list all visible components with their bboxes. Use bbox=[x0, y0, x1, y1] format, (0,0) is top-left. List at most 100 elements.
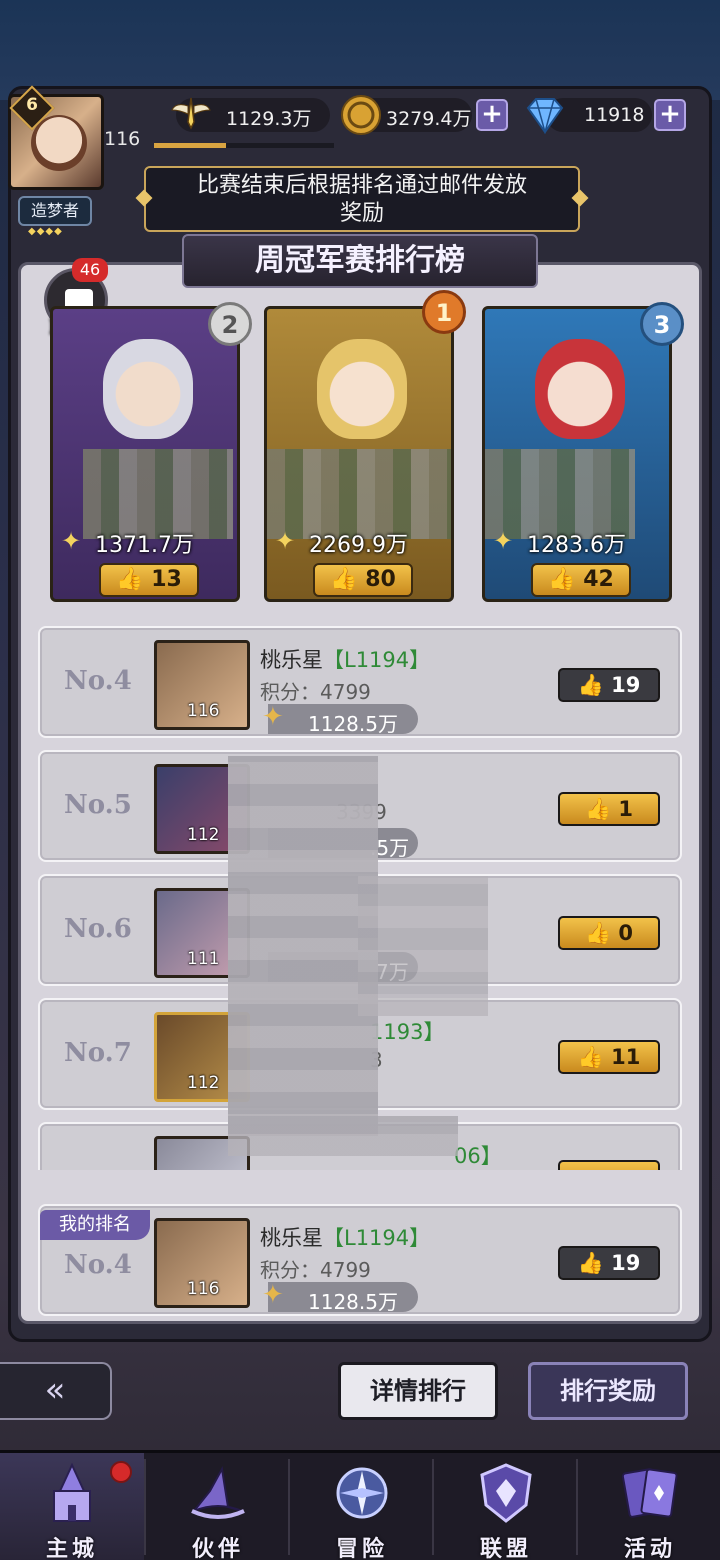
podium-3-likes: 42 bbox=[583, 567, 614, 592]
my-rank-number: No.4 bbox=[64, 1250, 132, 1280]
back-button[interactable]: « bbox=[0, 1362, 112, 1420]
podium-3-character bbox=[535, 339, 625, 439]
reward-notice: 比赛结束后根据排名通过邮件发放 奖励 bbox=[144, 166, 580, 232]
podium-1-like-button[interactable]: 👍 80 bbox=[313, 563, 413, 597]
nav-label: 活动 bbox=[623, 1537, 676, 1560]
podium-1-character bbox=[317, 339, 407, 439]
detail-ranking-button[interactable]: 详情排行 bbox=[338, 1362, 498, 1420]
power-icon: ✦ bbox=[275, 527, 296, 555]
my-power: 1128.5万 bbox=[308, 1290, 398, 1314]
podium-2-likes: 13 bbox=[151, 567, 182, 592]
player-power: 1128.5万 bbox=[308, 712, 398, 736]
gold-coin-icon bbox=[341, 95, 381, 135]
notification-dot bbox=[110, 1461, 132, 1483]
player-title: 造梦者 bbox=[18, 196, 92, 226]
podium-rank-1[interactable]: ✦ 2269.9万 👍 80 bbox=[264, 306, 454, 602]
bronze-medal-icon: 3 bbox=[640, 302, 684, 346]
avatar-face bbox=[31, 115, 87, 171]
gold-medal-icon: 1 bbox=[422, 290, 466, 334]
notice-line-2: 奖励 bbox=[339, 201, 384, 226]
add-gold-button[interactable]: + bbox=[476, 99, 508, 131]
my-like-button[interactable]: 👍 19 bbox=[558, 1246, 660, 1280]
player-server-level: 1193】 bbox=[370, 1020, 445, 1044]
podium-1-power: 2269.9万 bbox=[309, 533, 408, 558]
nav-alliance[interactable]: 联盟 bbox=[434, 1453, 578, 1560]
ranking-reward-button[interactable]: 排行奖励 bbox=[528, 1362, 688, 1420]
xp-fill bbox=[154, 143, 226, 148]
nav-main-city[interactable]: 主城 bbox=[0, 1453, 144, 1560]
shield-icon bbox=[480, 1463, 532, 1523]
avatar-level: 112 bbox=[187, 1073, 220, 1093]
my-score: 积分：4799 bbox=[260, 1258, 371, 1282]
my-avatar[interactable]: 116 bbox=[154, 1218, 250, 1308]
xp-bar bbox=[154, 143, 334, 148]
podium-rank-2[interactable]: ✦ 1371.7万 👍 13 bbox=[50, 306, 240, 602]
player-name: 桃乐星【L1194】 bbox=[260, 648, 431, 672]
leaderboard-title: 周冠军赛排行榜 bbox=[182, 234, 538, 288]
power-wings-icon bbox=[171, 97, 211, 130]
ranking-row-4[interactable]: No.4 116 桃乐星【L1194】 积分：4799 ✦ 1128.5万 👍 … bbox=[38, 626, 682, 738]
avatar-level: 116 bbox=[104, 128, 141, 150]
nav-adventure[interactable]: 冒险 bbox=[290, 1453, 434, 1560]
power-wings-icon: ✦ bbox=[262, 702, 284, 732]
bottom-nav: 主城 伙伴 冒险 联盟 活动 bbox=[0, 1450, 720, 1560]
podium-2-name-blur bbox=[83, 449, 233, 539]
my-name: 桃乐星【L1194】 bbox=[260, 1226, 431, 1250]
my-avatar-level: 116 bbox=[187, 1279, 220, 1299]
chat-unread-badge: 46 bbox=[72, 258, 108, 282]
nav-partners[interactable]: 伙伴 bbox=[146, 1453, 290, 1560]
power-icon: ✦ bbox=[493, 527, 514, 555]
sky-background bbox=[0, 0, 720, 100]
podium-2-power: 1371.7万 bbox=[95, 533, 194, 558]
my-ranking-tag: 我的排名 bbox=[40, 1210, 150, 1240]
silver-medal-icon: 2 bbox=[208, 302, 252, 346]
like-button[interactable]: 👍 1 bbox=[558, 792, 660, 826]
nav-label: 冒险 bbox=[335, 1537, 388, 1560]
nav-events[interactable]: 活动 bbox=[578, 1453, 720, 1560]
notice-line-1: 比赛结束后根据排名通过邮件发放 bbox=[196, 173, 527, 198]
diamond-value: 11918 bbox=[584, 104, 645, 126]
avatar-level: 116 bbox=[187, 701, 220, 721]
nav-label: 联盟 bbox=[479, 1537, 532, 1560]
like-button[interactable] bbox=[558, 1160, 660, 1170]
podium-1-name-blur bbox=[267, 449, 451, 539]
podium-3-like-button[interactable]: 👍 42 bbox=[531, 563, 631, 597]
diamond-icon bbox=[526, 98, 564, 134]
podium-2-character bbox=[103, 339, 193, 439]
podium-3-name-blur bbox=[485, 449, 635, 539]
gold-value: 3279.4万 bbox=[386, 108, 472, 130]
ranking-list[interactable]: No.4 116 桃乐星【L1194】 积分：4799 ✦ 1128.5万 👍 … bbox=[28, 616, 692, 1170]
power-value: 1129.3万 bbox=[226, 108, 312, 130]
power-wings-icon: ✦ bbox=[262, 1280, 284, 1310]
player-avatar[interactable]: 116 bbox=[154, 640, 250, 730]
podium-3-power: 1283.6万 bbox=[527, 533, 626, 558]
rank-number: No.5 bbox=[64, 790, 132, 820]
podium-rank-3[interactable]: ✦ 1283.6万 👍 42 bbox=[482, 306, 672, 602]
privacy-blur bbox=[228, 756, 378, 1136]
witch-hat-icon bbox=[191, 1465, 245, 1519]
avatar-level: 111 bbox=[187, 949, 220, 969]
player-server-level: 06】 bbox=[454, 1144, 502, 1168]
player-server-level: 【L1194】 bbox=[323, 648, 431, 672]
castle-icon bbox=[53, 1462, 91, 1522]
power-icon: ✦ bbox=[61, 527, 82, 555]
nav-label: 主城 bbox=[45, 1537, 98, 1560]
like-button[interactable]: 👍 11 bbox=[558, 1040, 660, 1074]
rank-number: No.7 bbox=[64, 1038, 132, 1068]
like-button[interactable]: 👍 19 bbox=[558, 668, 660, 702]
cards-icon bbox=[621, 1468, 678, 1518]
nav-label: 伙伴 bbox=[191, 1537, 244, 1560]
add-diamonds-button[interactable]: + bbox=[654, 99, 686, 131]
title-stars: ◆◆◆◆ bbox=[28, 226, 63, 237]
player-score: 积分：4799 bbox=[260, 680, 371, 704]
my-ranking-row[interactable]: 我的排名 No.4 116 桃乐星【L1194】 积分：4799 ✦ 1128.… bbox=[38, 1204, 682, 1316]
like-button[interactable]: 👍 0 bbox=[558, 916, 660, 950]
avatar-level: 112 bbox=[187, 825, 220, 845]
compass-icon bbox=[336, 1467, 388, 1519]
podium-1-likes: 80 bbox=[365, 567, 396, 592]
rank-number: No.6 bbox=[64, 914, 132, 944]
player-level: 6 bbox=[26, 95, 38, 115]
podium-2-like-button[interactable]: 👍 13 bbox=[99, 563, 199, 597]
privacy-blur bbox=[358, 876, 488, 1016]
privacy-blur bbox=[228, 1116, 458, 1156]
